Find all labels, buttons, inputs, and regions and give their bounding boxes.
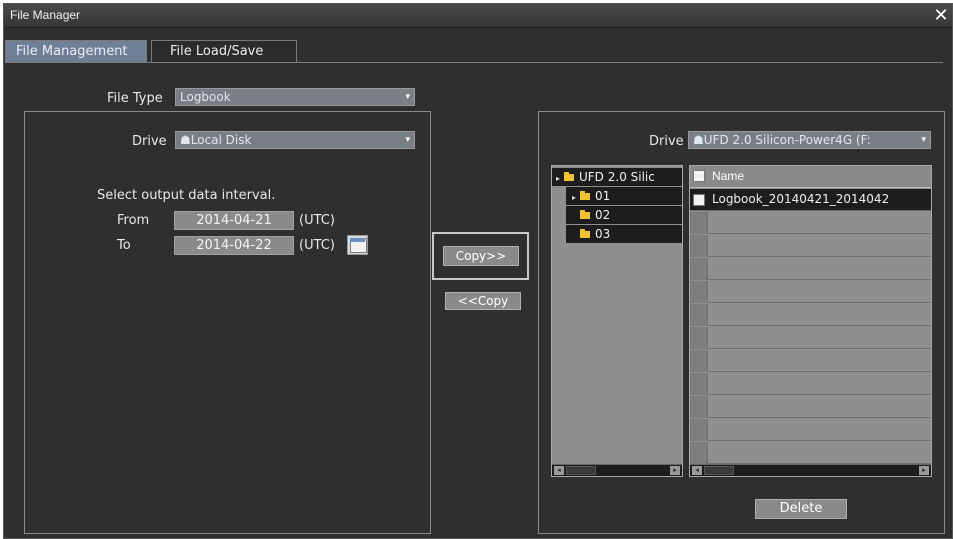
empty-row — [690, 258, 931, 280]
row-cell — [690, 281, 708, 303]
row-cell — [690, 235, 708, 257]
left-drive-label: Drive — [132, 134, 167, 149]
calendar-icon[interactable] — [347, 235, 368, 255]
tree-item-01[interactable]: ▸ 01 — [566, 187, 682, 205]
folder-tree[interactable]: ▸ UFD 2.0 Silic ▸ 01 02 03 ◂ ▸ — [551, 165, 683, 477]
row-cell — [690, 327, 708, 349]
tree-item-label: 03 — [595, 227, 611, 241]
empty-row — [690, 304, 931, 326]
row-cell — [690, 373, 708, 395]
row-cell — [690, 212, 708, 234]
to-date-field[interactable]: 2014-04-22 — [174, 236, 294, 255]
file-type-value: Logbook — [180, 90, 231, 104]
chevron-down-icon: ▾ — [405, 135, 410, 145]
expand-icon[interactable]: ▸ — [572, 189, 580, 205]
empty-row — [690, 281, 931, 303]
row-cell — [690, 396, 708, 418]
chevron-down-icon: ▾ — [921, 135, 926, 145]
expand-icon[interactable]: ▸ — [556, 170, 564, 186]
tab-divider — [5, 62, 943, 63]
file-list[interactable]: Name Logbook_20140421_2014042 ◂ ▸ — [689, 165, 932, 477]
empty-row — [690, 442, 931, 464]
empty-row — [690, 419, 931, 441]
tree-item-03[interactable]: 03 — [566, 225, 682, 243]
scroll-right-icon[interactable]: ▸ — [919, 466, 929, 475]
window-title: File Manager — [10, 8, 81, 22]
file-row[interactable]: Logbook_20140421_2014042 — [690, 189, 931, 211]
right-drive-value: UFD 2.0 Silicon-Power4G (F: — [703, 133, 871, 147]
scroll-right-icon[interactable]: ▸ — [670, 466, 680, 475]
left-drive-select[interactable]: ☗Local Disk ▾ — [175, 131, 415, 149]
left-drive-value: Local Disk — [190, 133, 252, 147]
copy-right-button[interactable]: Copy>> — [443, 246, 519, 266]
chevron-down-icon: ▾ — [405, 92, 410, 102]
scroll-left-icon[interactable]: ◂ — [692, 466, 702, 475]
file-row-checkbox[interactable] — [693, 194, 705, 206]
title-bar: File Manager ✕ — [4, 4, 952, 28]
file-list-header: Name — [690, 166, 931, 188]
tree-item-label: 01 — [595, 189, 611, 203]
folder-icon — [580, 229, 590, 238]
select-all-checkbox[interactable] — [693, 170, 705, 182]
row-cell — [690, 350, 708, 372]
empty-row — [690, 396, 931, 418]
tab-file-management[interactable]: File Management — [5, 40, 147, 63]
to-utc-label: (UTC) — [299, 238, 335, 253]
right-drive-select[interactable]: ☗UFD 2.0 Silicon-Power4G (F: ▾ — [688, 131, 931, 149]
list-horizontal-scrollbar[interactable]: ◂ ▸ — [690, 464, 931, 476]
delete-button[interactable]: Delete — [755, 499, 847, 519]
interval-heading: Select output data interval. — [97, 188, 276, 203]
from-utc-label: (UTC) — [299, 213, 335, 228]
row-cell — [690, 419, 708, 441]
scrollbar-thumb[interactable] — [566, 466, 596, 475]
tree-item-root[interactable]: ▸ UFD 2.0 Silic — [552, 168, 682, 186]
tree-item-label: 02 — [595, 208, 611, 222]
row-cell — [690, 304, 708, 326]
tree-item-label: UFD 2.0 Silic — [579, 170, 655, 184]
file-type-select[interactable]: Logbook ▾ — [175, 88, 415, 106]
empty-row — [690, 373, 931, 395]
scroll-left-icon[interactable]: ◂ — [554, 466, 564, 475]
row-cell — [690, 258, 708, 280]
drive-icon: ☗ — [693, 133, 704, 147]
tab-file-load-save[interactable]: File Load/Save — [151, 40, 297, 63]
file-name: Logbook_20140421_2014042 — [712, 192, 890, 206]
folder-icon — [580, 191, 590, 200]
drive-icon: ☗ — [180, 133, 191, 147]
left-panel — [24, 111, 431, 534]
close-icon[interactable]: ✕ — [930, 5, 952, 27]
empty-row — [690, 350, 931, 372]
folder-icon — [580, 210, 590, 219]
from-date-field[interactable]: 2014-04-21 — [174, 211, 294, 230]
name-column-header[interactable]: Name — [712, 169, 744, 183]
tree-horizontal-scrollbar[interactable]: ◂ ▸ — [552, 464, 682, 476]
to-label: To — [117, 238, 131, 253]
right-drive-label: Drive — [649, 134, 684, 149]
from-label: From — [117, 213, 150, 228]
file-type-label: File Type — [107, 91, 163, 106]
empty-row — [690, 212, 931, 234]
scrollbar-thumb[interactable] — [704, 466, 734, 475]
folder-icon — [564, 172, 574, 181]
copy-left-button[interactable]: <<Copy — [445, 292, 521, 310]
tree-item-02[interactable]: 02 — [566, 206, 682, 224]
row-cell — [690, 442, 708, 464]
empty-row — [690, 235, 931, 257]
empty-row — [690, 327, 931, 349]
